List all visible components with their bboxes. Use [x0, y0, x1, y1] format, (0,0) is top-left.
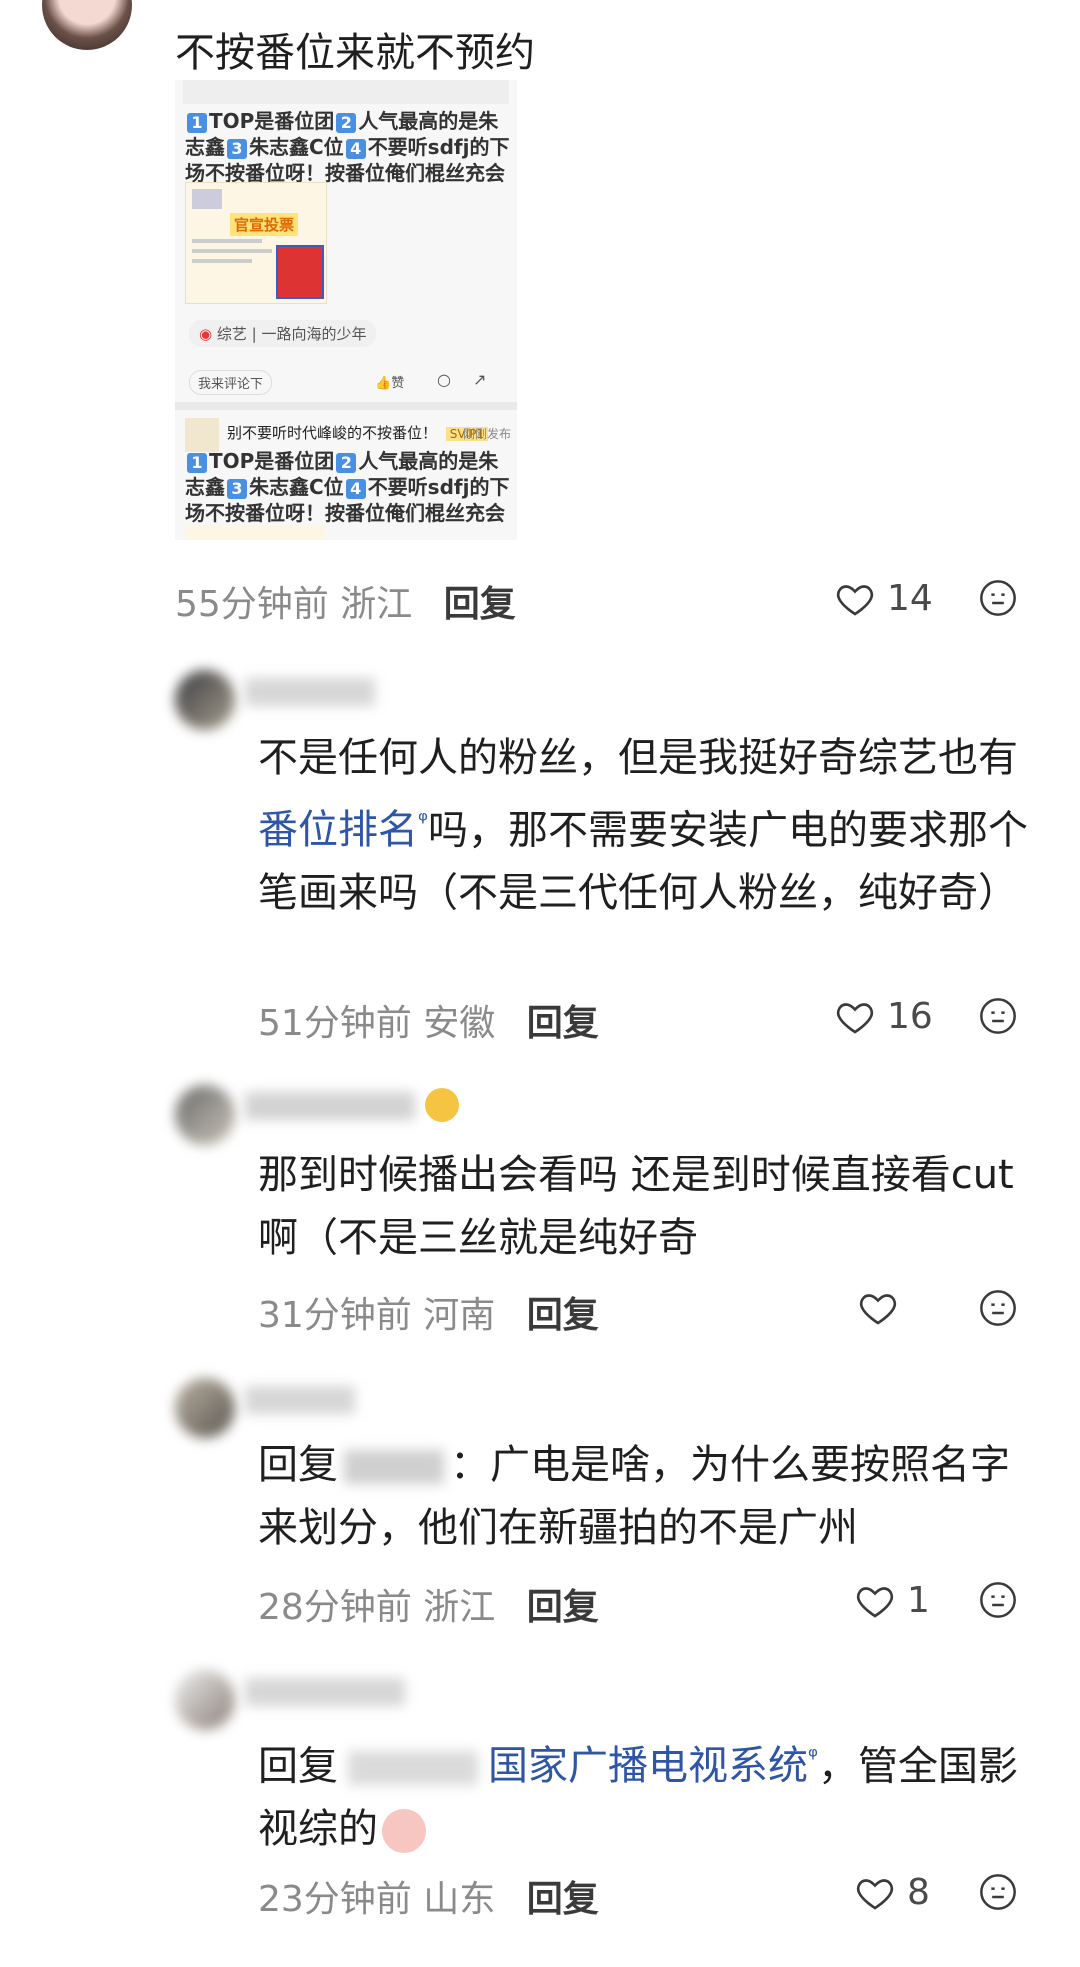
location: 山东	[423, 1879, 496, 1920]
comment-meta: 51分钟前 安徽 回复	[258, 994, 599, 1046]
username-redacted[interactable]	[348, 1751, 478, 1786]
location: 安徽	[423, 1003, 496, 1044]
reply-button[interactable]: 回复	[527, 1003, 599, 1044]
comment-meta: 55分钟前 浙江 回复	[175, 575, 516, 627]
reply-button[interactable]: 回复	[527, 1879, 599, 1920]
embedded-time: 刚刚发布	[463, 427, 512, 441]
reply-button[interactable]: 回复	[527, 1295, 599, 1336]
like-count: 8	[907, 1872, 930, 1913]
comment-meta: 31分钟前 河南 回复	[258, 1286, 599, 1338]
timestamp: 23分钟前	[258, 1879, 412, 1920]
emoji-face-icon[interactable]	[978, 1872, 1018, 1912]
comment-text: 不是任何人的粉丝，但是我挺好奇综艺也有番位排名ᵠ吗，那不需要安装广电的要求那个笔…	[258, 735, 1028, 917]
comment-text: 那到时候播出会看吗 还是到时候直接看cut啊（不是三丝就是纯好奇	[258, 1152, 1014, 1261]
topic-link[interactable]: 番位排名ᵠ	[258, 807, 428, 853]
embedded-share-icon: ↗	[473, 370, 487, 389]
embedded-tag: ◉ 综艺 | 一路向海的少年	[189, 320, 377, 347]
like-count: 1	[907, 1580, 930, 1621]
timestamp: 28分钟前	[258, 1587, 412, 1628]
heart-icon	[856, 1878, 894, 1910]
comment-meta: 23分钟前 山东 回复	[258, 1870, 599, 1922]
avatar[interactable]	[175, 1085, 235, 1145]
comment-text: 回复 ：广电是啥，为什么要按照名字来划分，他们在新疆拍的不是广州	[258, 1442, 1010, 1551]
search-link-icon: ᵠ	[808, 1743, 818, 1771]
username-redacted[interactable]	[245, 1678, 405, 1706]
emoji-face-icon[interactable]	[978, 1288, 1018, 1328]
location: 河南	[423, 1295, 496, 1336]
username-redacted[interactable]	[245, 1092, 415, 1120]
timestamp: 55分钟前	[175, 584, 329, 625]
like-count: 16	[887, 996, 933, 1037]
comment-text: 回复 国家广播电视系统ᵠ，管全国影视综的	[258, 1743, 1018, 1854]
reply-button[interactable]: 回复	[527, 1587, 599, 1628]
avatar[interactable]	[175, 670, 235, 730]
embedded-comment-placeholder: 我来评论下	[189, 370, 273, 395]
avatar[interactable]	[175, 1670, 235, 1730]
topic-link[interactable]: 国家广播电视系统ᵠ	[488, 1743, 818, 1789]
heart-icon	[859, 1294, 897, 1325]
badge-emoji-icon	[425, 1088, 459, 1122]
search-link-icon: ᵠ	[418, 807, 428, 835]
emoji-face-icon[interactable]	[978, 996, 1018, 1036]
emoji-face-icon[interactable]	[978, 578, 1018, 618]
location: 浙江	[340, 584, 413, 625]
like-button[interactable]	[858, 1288, 898, 1332]
reply-button[interactable]: 回复	[444, 584, 516, 625]
comment-text: 不按番位来就不预约	[175, 30, 535, 76]
avatar[interactable]	[175, 1378, 235, 1438]
username-redacted[interactable]	[245, 678, 375, 706]
embedded-like: 👍赞	[375, 376, 405, 391]
heart-icon	[836, 584, 874, 616]
username-redacted[interactable]	[245, 1386, 355, 1414]
embedded-header-2: 别不要听时代峰峻的不按番位！ SVIP1	[227, 422, 489, 443]
embedded-post-screenshot[interactable]: 1 TOP是番位团 2 人气最高的是朱志鑫 3 朱志鑫C位 4 不要听sdfj的下场不按番位呀…	[175, 80, 517, 540]
like-button[interactable]: 16	[835, 996, 933, 1037]
username-redacted[interactable]	[344, 1450, 444, 1484]
embedded-comment-icon: ○	[437, 370, 451, 389]
like-button[interactable]: 1	[855, 1580, 930, 1621]
location: 浙江	[423, 1587, 496, 1628]
crying-emoji-icon	[382, 1809, 426, 1854]
avatar[interactable]	[42, 0, 132, 50]
embedded-poster: 官宣投票	[185, 182, 327, 304]
timestamp: 51分钟前	[258, 1003, 412, 1044]
like-button[interactable]: 8	[855, 1872, 930, 1913]
record-icon: ◉	[199, 325, 217, 343]
heart-icon	[856, 1586, 894, 1618]
heart-icon	[836, 1002, 874, 1034]
timestamp: 31分钟前	[258, 1295, 412, 1336]
comment-meta: 28分钟前 浙江 回复	[258, 1578, 599, 1630]
like-button[interactable]: 14	[835, 578, 933, 619]
emoji-face-icon[interactable]	[978, 1580, 1018, 1620]
like-count: 14	[887, 578, 933, 619]
